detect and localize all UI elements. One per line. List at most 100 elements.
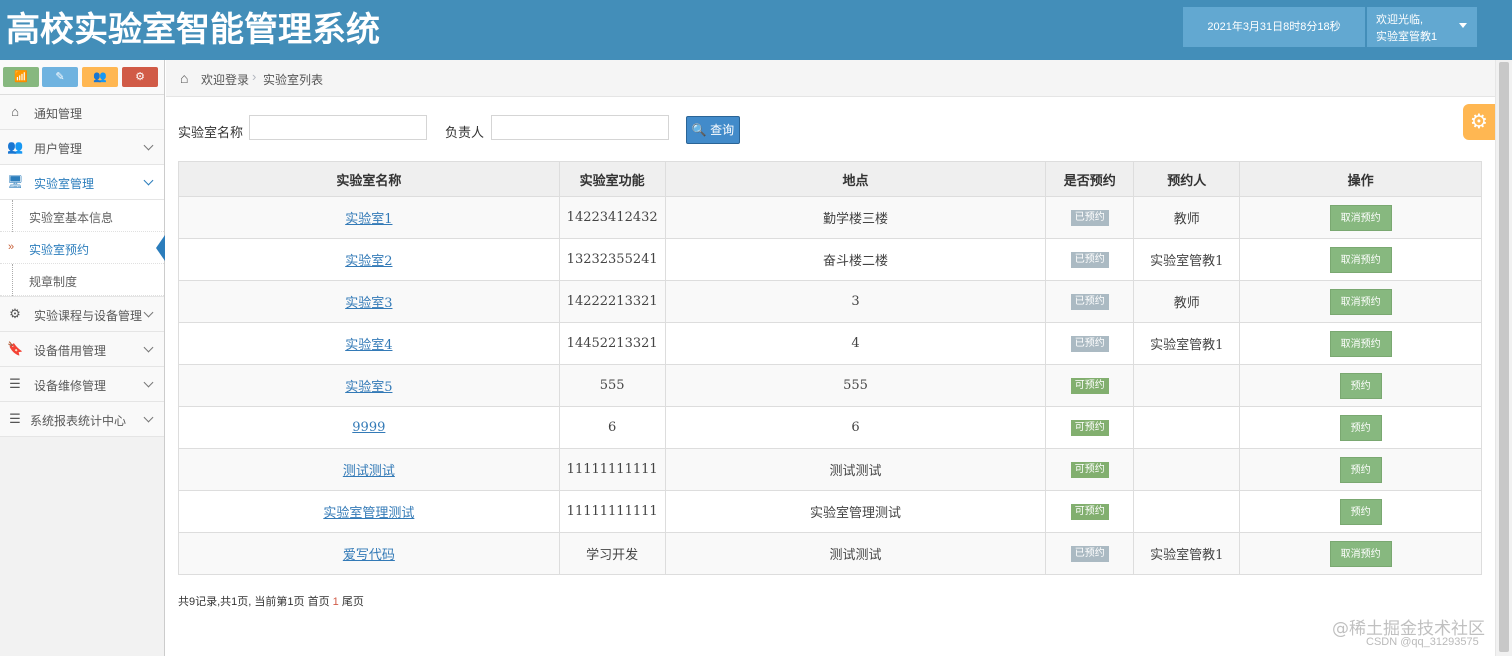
desktop-icon: 🖥 [7, 174, 24, 189]
edit-shortcut-button[interactable]: ✎ [42, 67, 78, 87]
column-header: 实验室名称 [178, 161, 560, 197]
tree-line [12, 200, 13, 232]
lab-name-link[interactable]: 9999 [352, 420, 385, 435]
chevron-down-icon [143, 307, 154, 318]
lab-name-link[interactable]: 实验室3 [345, 296, 392, 311]
cancel-booking-button[interactable]: 取消预约 [1329, 288, 1392, 315]
status-badge: 已预约 [1070, 336, 1109, 352]
lab-location-cell: 555 [664, 364, 1047, 407]
sidebar-item-notice[interactable]: ⌂ 通知管理 [0, 95, 164, 130]
booker-cell [1133, 364, 1241, 407]
users-icon: 👥 [93, 71, 107, 83]
lab-name-input[interactable] [249, 115, 427, 140]
vertical-scrollbar[interactable] [1495, 60, 1512, 656]
status-badge: 已预约 [1070, 252, 1109, 268]
sidebar-item-label: 用户管理 [34, 142, 83, 156]
booker-cell [1133, 490, 1241, 533]
status-badge: 已预约 [1070, 294, 1109, 310]
book-button[interactable]: 预约 [1339, 456, 1382, 483]
booker-cell: 实验室管教1 [1133, 322, 1241, 365]
users-shortcut-button[interactable]: 👥 [82, 67, 118, 87]
sidebar-item-equipment-repair[interactable]: ☰ 设备维修管理 [0, 367, 164, 402]
settings-shortcut-button[interactable]: ⚙ [122, 67, 158, 87]
lab-name-label: 实验室名称 [178, 125, 244, 140]
book-button[interactable]: 预约 [1339, 414, 1382, 441]
welcome-text: 欢迎光临, [1376, 14, 1424, 26]
table-row: 9999 6 6 可预约 预约 [178, 406, 1482, 449]
booker-cell: 教师 [1133, 280, 1241, 323]
breadcrumb: ⌂ 欢迎登录 › 实验室列表 [166, 60, 1495, 97]
column-header: 地点 [664, 161, 1047, 197]
column-header: 操作 [1239, 161, 1482, 197]
cancel-booking-button[interactable]: 取消预约 [1329, 204, 1392, 231]
sidebar-item-label: 实验课程与设备管理 [34, 309, 143, 323]
cancel-booking-button[interactable]: 取消预约 [1329, 330, 1392, 357]
chevron-down-icon [143, 412, 154, 423]
lab-table: 实验室名称 实验室功能 地点 是否预约 预约人 操作 实验室1 14223412… [178, 161, 1482, 575]
submenu-item-lab-info[interactable]: 实验室基本信息 [0, 200, 164, 232]
sidebar-item-label: 设备借用管理 [34, 344, 107, 358]
lab-function-cell: 555 [558, 364, 666, 407]
chevron-down-icon [143, 342, 154, 353]
sidebar-item-users[interactable]: 👥 用户管理 [0, 130, 164, 165]
lab-name-link[interactable]: 实验室4 [345, 338, 392, 353]
lab-name-link[interactable]: 爱写代码 [343, 548, 395, 563]
book-button[interactable]: 预约 [1339, 498, 1382, 525]
home-icon: ⌂ [11, 104, 19, 119]
lab-location-cell: 勤学楼三楼 [664, 196, 1047, 239]
cogs-icon: ⚙ [9, 306, 21, 321]
lab-location-cell: 实验室管理测试 [664, 490, 1047, 533]
sidebar-item-course-equipment[interactable]: ⚙ 实验课程与设备管理 [0, 297, 164, 332]
status-badge: 已预约 [1070, 546, 1109, 562]
sidebar-item-lab[interactable]: 🖥 实验室管理 [0, 165, 164, 200]
booker-cell: 实验室管教1 [1133, 238, 1241, 281]
signal-icon: 📶 [14, 71, 28, 83]
lab-name-link[interactable]: 实验室管理测试 [323, 506, 414, 521]
app-title: 高校实验室智能管理系统 [6, 10, 380, 50]
lab-name-link[interactable]: 实验室2 [345, 254, 392, 269]
lab-function-cell: 14223412432 [558, 196, 666, 239]
lab-function-cell: 学习开发 [558, 532, 666, 575]
users-icon: 👥 [7, 139, 24, 154]
tree-line [12, 264, 13, 296]
search-button[interactable]: 🔍 查询 [686, 116, 740, 144]
booker-cell [1133, 406, 1241, 449]
last-page-link[interactable]: 尾页 [342, 596, 364, 608]
cancel-booking-button[interactable]: 取消预约 [1329, 540, 1392, 567]
booker-cell: 实验室管教1 [1133, 532, 1241, 575]
status-badge: 可预约 [1070, 462, 1109, 478]
table-row: 实验室3 14222213321 3 已预约 教师 取消预约 [178, 280, 1482, 323]
table-row: 测试测试 11111111111 测试测试 可预约 预约 [178, 448, 1482, 491]
lab-location-cell: 测试测试 [664, 532, 1047, 575]
lab-location-cell: 4 [664, 322, 1047, 365]
caret-down-icon [1459, 23, 1467, 28]
sidebar-item-label: 通知管理 [34, 107, 83, 121]
sidebar-item-label: 设备维修管理 [34, 379, 107, 393]
scrollbar-thumb[interactable] [1499, 62, 1509, 652]
top-header: 高校实验室智能管理系统 2021年3月31日8时8分18秒 欢迎光临, 实验室管… [0, 0, 1512, 60]
sidebar-item-equipment-borrow[interactable]: 🔖 设备借用管理 [0, 332, 164, 367]
owner-input[interactable] [491, 115, 669, 140]
sidebar-item-reports[interactable]: ☰ 系统报表统计中心 [0, 402, 164, 437]
submenu-item-label: 实验室基本信息 [29, 211, 114, 225]
lab-name-link[interactable]: 实验室5 [345, 380, 392, 395]
chart-shortcut-button[interactable]: 📶 [3, 67, 39, 87]
booker-cell: 教师 [1133, 196, 1241, 239]
user-menu[interactable]: 欢迎光临, 实验室管教1 [1367, 7, 1477, 47]
current-page-link[interactable]: 1 [333, 596, 339, 608]
book-button[interactable]: 预约 [1339, 372, 1382, 399]
cancel-booking-button[interactable]: 取消预约 [1329, 246, 1392, 273]
pagination: 共9记录,共1页, 当前第1页 首页 1 尾页 [178, 593, 364, 609]
submenu-item-lab-booking[interactable]: » 实验室预约 [0, 232, 165, 264]
breadcrumb-home[interactable]: 欢迎登录 [201, 71, 249, 88]
submenu-item-rules[interactable]: 规章制度 [0, 264, 164, 296]
column-header: 是否预约 [1045, 161, 1135, 197]
settings-button[interactable]: ⚙ [1463, 104, 1495, 140]
lab-function-cell: 6 [558, 406, 666, 449]
list-icon: ☰ [9, 376, 21, 391]
watermark-csdn: CSDN @qq_31293575 [1366, 636, 1479, 648]
home-icon[interactable]: ⌂ [180, 70, 188, 86]
lab-name-link[interactable]: 实验室1 [345, 212, 392, 227]
bookmark-icon: 🔖 [7, 341, 24, 356]
lab-name-link[interactable]: 测试测试 [343, 464, 395, 479]
